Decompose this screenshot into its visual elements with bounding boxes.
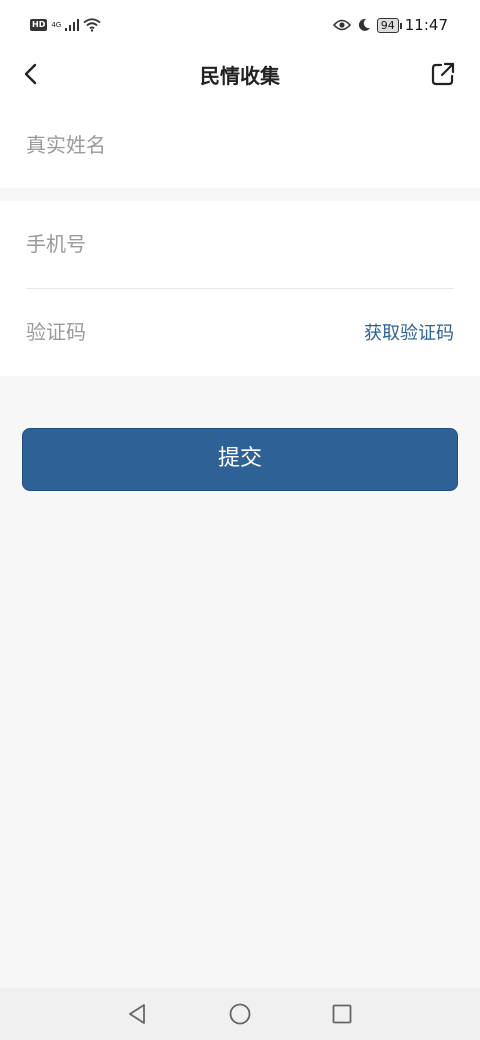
status-left: HD 4G xyxy=(30,18,101,32)
hd-badge: HD xyxy=(30,19,48,31)
eye-icon xyxy=(332,19,351,31)
nav-back-button[interactable] xyxy=(124,1000,152,1028)
app-header: 民情收集 xyxy=(0,52,480,96)
name-section xyxy=(0,96,480,188)
status-right: 94 11:47 xyxy=(332,16,448,34)
submit-button[interactable]: 提交 xyxy=(22,428,458,491)
real-name-input[interactable] xyxy=(26,123,454,167)
nav-home-button[interactable] xyxy=(226,1000,254,1028)
system-nav-bar xyxy=(0,988,480,1040)
verification-code-input[interactable] xyxy=(26,310,340,354)
field-divider xyxy=(26,288,454,289)
moon-icon xyxy=(358,18,370,31)
page-title: 民情收集 xyxy=(200,64,280,88)
phone-section: 获取验证码 xyxy=(0,201,480,376)
signal-icon xyxy=(65,19,80,31)
square-recent-icon xyxy=(332,1004,352,1024)
app-screen: HD 4G 94 11:47 民情收集 真实姓名 手机号 验证码 获取验证码 提… xyxy=(0,0,480,1040)
circle-home-icon xyxy=(229,1003,251,1025)
share-external-icon xyxy=(431,62,455,86)
network-badge: 4G xyxy=(51,21,61,29)
wifi-icon xyxy=(83,18,101,32)
network-type: 4G xyxy=(51,21,62,29)
battery-indicator: 94 xyxy=(376,17,402,33)
clock: 11:47 xyxy=(404,16,448,34)
phone-input[interactable] xyxy=(26,222,454,266)
triangle-back-icon xyxy=(129,1004,145,1024)
status-bar: HD 4G 94 11:47 xyxy=(0,0,480,52)
share-button[interactable] xyxy=(430,61,456,87)
nav-recent-button[interactable] xyxy=(328,1000,356,1028)
get-code-button[interactable]: 获取验证码 xyxy=(364,319,454,345)
